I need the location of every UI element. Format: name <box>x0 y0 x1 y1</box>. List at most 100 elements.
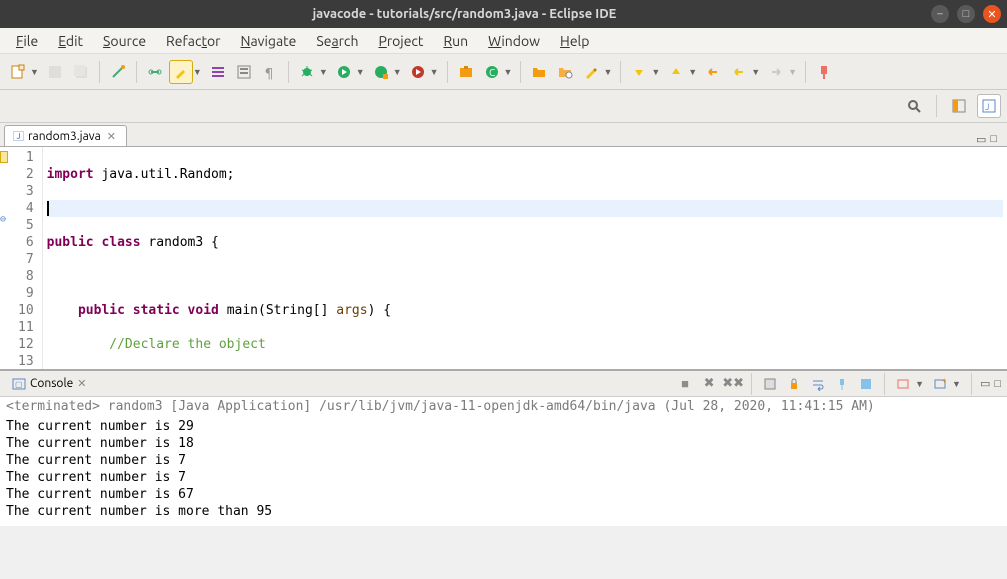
code-text: java.util.Random; <box>94 167 235 182</box>
dropdown-icon[interactable]: ▼ <box>193 67 202 77</box>
next-annotation-icon[interactable] <box>627 60 651 84</box>
line-number: 8 <box>18 268 34 285</box>
svg-text:+: + <box>942 377 947 385</box>
wand-icon[interactable] <box>106 60 130 84</box>
editor-tab-random3[interactable]: 🄹 random3.java ✕ <box>4 125 127 146</box>
back-icon[interactable] <box>727 60 751 84</box>
forward-icon[interactable] <box>764 60 788 84</box>
dropdown-icon[interactable]: ▼ <box>356 67 365 77</box>
separator <box>620 61 621 83</box>
minimize-view-icon[interactable]: ▭ <box>976 133 986 146</box>
pin-console-icon[interactable] <box>832 374 852 394</box>
separator <box>884 373 885 395</box>
menu-window[interactable]: Window <box>478 30 550 52</box>
save-all-icon[interactable] <box>69 60 93 84</box>
save-icon[interactable] <box>43 60 67 84</box>
line-number: 10 <box>18 302 34 319</box>
menu-run[interactable]: Run <box>433 30 478 52</box>
new-console-icon[interactable]: + <box>930 374 950 394</box>
minimize-button[interactable]: – <box>931 5 949 23</box>
dropdown-icon[interactable]: ▼ <box>319 67 328 77</box>
terminate-icon[interactable]: ■ <box>675 374 695 394</box>
open-task-icon[interactable] <box>553 60 577 84</box>
console-launch-info: random3 [Java Application] /usr/lib/jvm/… <box>108 399 875 414</box>
warning-marker-icon[interactable] <box>0 151 8 163</box>
dropdown-icon[interactable]: ▼ <box>603 67 612 77</box>
clear-console-icon[interactable] <box>760 374 780 394</box>
menu-refactor[interactable]: Refactor <box>156 30 230 52</box>
code-text: class <box>94 235 141 250</box>
code-text: args <box>336 303 367 318</box>
open-folder-icon[interactable] <box>527 60 551 84</box>
menu-file[interactable]: File <box>6 30 48 52</box>
console-output[interactable]: The current number is 29 The current num… <box>0 416 1007 526</box>
svg-text:▢: ▢ <box>15 380 23 389</box>
open-console-icon[interactable] <box>893 374 913 394</box>
minimize-view-icon[interactable]: ▭ <box>980 377 990 390</box>
java-perspective-icon[interactable]: J <box>977 94 1001 118</box>
java-file-icon: 🄹 <box>13 128 24 144</box>
text-cursor <box>47 201 49 216</box>
separator <box>520 61 521 83</box>
dropdown-icon[interactable]: ▼ <box>688 67 697 77</box>
code-editor[interactable]: ⊖ 1 2 3 4 5 6 7 8 9 10 11 12 13 14 impor… <box>0 147 1007 369</box>
menu-navigate[interactable]: Navigate <box>230 30 306 52</box>
pilcrow-icon[interactable]: ¶ <box>258 60 282 84</box>
dropdown-icon[interactable]: ▼ <box>751 67 760 77</box>
prev-annotation-icon[interactable] <box>664 60 688 84</box>
dropdown-icon[interactable]: ▼ <box>430 67 439 77</box>
run-icon[interactable] <box>332 60 356 84</box>
code-area[interactable]: import java.util.Random; public class ra… <box>43 147 1007 369</box>
open-perspective-icon[interactable] <box>947 94 971 118</box>
menu-source[interactable]: Source <box>93 30 156 52</box>
list-icon[interactable] <box>206 60 230 84</box>
console-line: The current number is 7 <box>6 452 1001 469</box>
line-number: 9 <box>18 285 34 302</box>
last-edit-icon[interactable] <box>701 60 725 84</box>
link-icon[interactable] <box>143 60 167 84</box>
menu-project[interactable]: Project <box>368 30 433 52</box>
dropdown-icon[interactable]: ▼ <box>651 67 660 77</box>
close-tab-icon[interactable]: ✕ <box>105 130 118 143</box>
display-console-icon[interactable] <box>856 374 876 394</box>
fold-expand-icon[interactable]: ⊖ <box>0 212 12 228</box>
menu-help[interactable]: Help <box>550 30 599 52</box>
maximize-button[interactable]: □ <box>957 5 975 23</box>
close-tab-icon[interactable]: ✕ <box>77 377 86 390</box>
console-toolbar: ■ ✖ ✖✖ ▼ + ▼ ▭ □ <box>675 373 1001 395</box>
dropdown-icon[interactable]: ▼ <box>30 67 39 77</box>
menu-edit[interactable]: Edit <box>48 30 93 52</box>
maximize-view-icon[interactable]: □ <box>994 378 1001 390</box>
maximize-view-icon[interactable]: □ <box>990 133 997 146</box>
brush-icon[interactable] <box>169 60 193 84</box>
remove-all-icon[interactable]: ✖✖ <box>723 374 743 394</box>
dropdown-icon[interactable]: ▼ <box>393 67 402 77</box>
pin-icon[interactable] <box>812 60 836 84</box>
console-line: The current number is 7 <box>6 469 1001 486</box>
coverage-icon[interactable] <box>369 60 393 84</box>
console-line: The current number is 18 <box>6 435 1001 452</box>
dropdown-icon[interactable]: ▼ <box>504 67 513 77</box>
package-icon[interactable] <box>454 60 478 84</box>
scroll-lock-icon[interactable] <box>784 374 804 394</box>
debug-icon[interactable] <box>295 60 319 84</box>
code-text: import <box>47 167 94 182</box>
dropdown-icon[interactable]: ▼ <box>788 67 797 77</box>
new-icon[interactable] <box>6 60 30 84</box>
close-window-button[interactable]: ✕ <box>983 5 1001 23</box>
search-icon[interactable] <box>902 94 926 118</box>
dropdown-icon[interactable]: ▼ <box>915 379 924 389</box>
code-text: //Declare the object <box>47 337 266 352</box>
word-wrap-icon[interactable] <box>808 374 828 394</box>
type-icon[interactable]: C <box>480 60 504 84</box>
edit-pen-icon[interactable] <box>579 60 603 84</box>
console-tab[interactable]: ▢ Console ✕ <box>6 375 92 393</box>
remove-launch-icon[interactable]: ✖ <box>699 374 719 394</box>
menu-search[interactable]: Search <box>306 30 368 52</box>
dropdown-icon[interactable]: ▼ <box>952 379 961 389</box>
code-text: public <box>47 235 94 250</box>
ext-tools-icon[interactable] <box>406 60 430 84</box>
block-icon[interactable] <box>232 60 256 84</box>
code-text: static <box>125 303 180 318</box>
separator <box>971 373 972 395</box>
